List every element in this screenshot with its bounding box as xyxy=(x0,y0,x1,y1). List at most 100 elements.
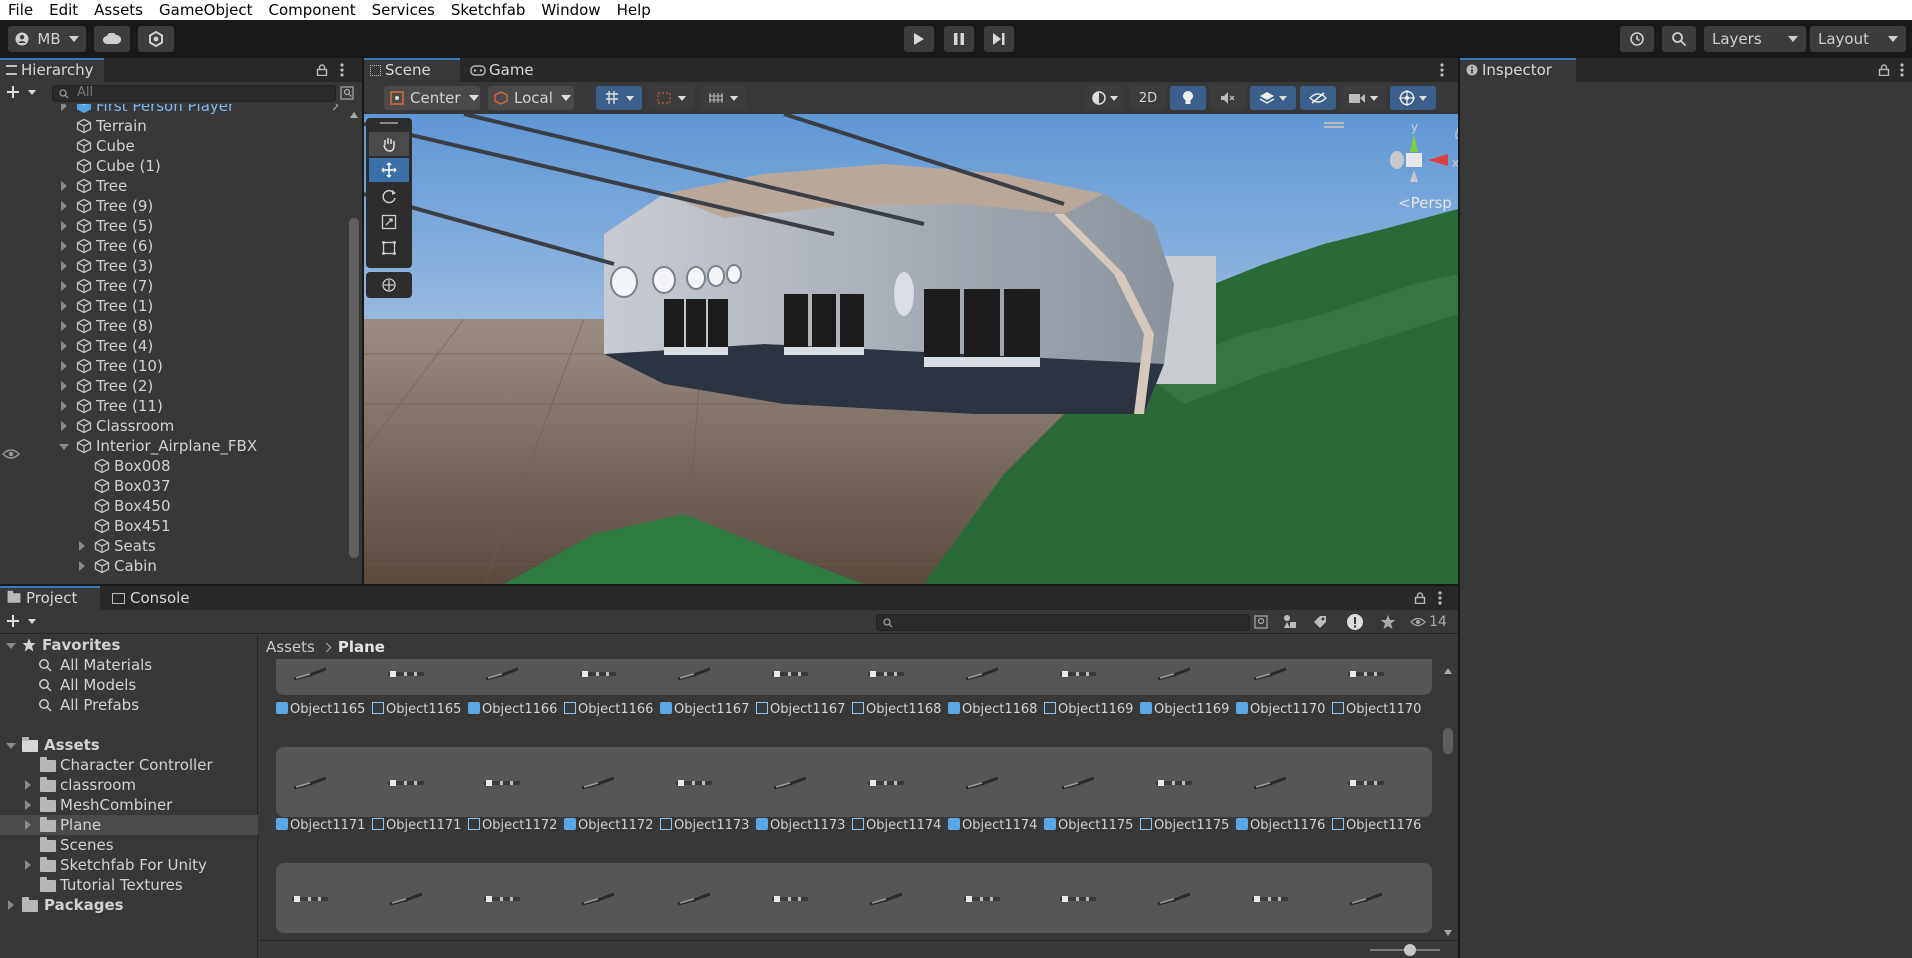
zoom-slider-handle[interactable] xyxy=(1404,944,1416,956)
hierarchy-item[interactable]: Terrain xyxy=(0,116,346,136)
asset-thumbnail[interactable] xyxy=(482,665,522,685)
layers-dropdown[interactable]: Layers xyxy=(1704,26,1806,52)
orientation-gizmo[interactable]: y x <Persp xyxy=(1324,120,1458,232)
asset-thumbnail[interactable] xyxy=(770,774,810,794)
expand-right-icon[interactable] xyxy=(61,221,67,231)
hierarchy-item[interactable]: Seats xyxy=(0,536,346,556)
rotate-tool-button[interactable] xyxy=(369,184,409,208)
more-options-icon[interactable] xyxy=(340,63,344,77)
expand-right-icon[interactable] xyxy=(61,381,67,391)
camera-dropdown[interactable] xyxy=(1340,86,1386,110)
history-button[interactable] xyxy=(1620,26,1654,52)
favorite-item[interactable]: All Prefabs xyxy=(0,695,258,715)
favorite-item[interactable]: All Materials xyxy=(0,655,258,675)
asset-thumbnail[interactable] xyxy=(482,890,522,908)
asset-item[interactable]: Object1167 xyxy=(756,701,845,719)
hierarchy-search-input[interactable]: All xyxy=(52,85,336,102)
menu-file[interactable]: File xyxy=(0,0,41,20)
more-options-icon[interactable] xyxy=(1900,63,1904,77)
search-filter-icon[interactable] xyxy=(340,86,354,100)
expand-right-icon[interactable] xyxy=(25,820,31,830)
asset-thumbnail[interactable] xyxy=(866,665,906,683)
asset-item[interactable]: Object1171 xyxy=(372,817,461,835)
expand-right-icon[interactable] xyxy=(61,201,67,211)
menu-sketchfab[interactable]: Sketchfab xyxy=(443,0,534,20)
asset-item[interactable]: Object1171 xyxy=(276,817,365,835)
gizmos-dropdown[interactable] xyxy=(1390,86,1436,110)
hierarchy-item[interactable]: Tree (5) xyxy=(0,216,346,236)
scene-viewport[interactable]: y x <Persp xyxy=(364,114,1458,584)
folder-item[interactable]: Sketchfab For Unity xyxy=(0,855,258,875)
asset-thumbnail[interactable] xyxy=(290,665,330,685)
hierarchy-item[interactable]: First Person Player xyxy=(0,104,346,116)
lock-icon[interactable] xyxy=(1414,592,1426,604)
hierarchy-item[interactable]: Box008 xyxy=(0,456,346,476)
scale-tool-button[interactable] xyxy=(369,210,409,234)
asset-item[interactable]: Object1176 xyxy=(1332,817,1421,835)
expand-right-icon[interactable] xyxy=(25,780,31,790)
asset-thumbnail[interactable] xyxy=(1058,665,1098,683)
audio-toggle[interactable] xyxy=(1210,86,1246,110)
move-tool-button[interactable] xyxy=(369,158,409,182)
asset-thumbnail[interactable] xyxy=(1250,890,1290,908)
asset-thumbnail[interactable] xyxy=(1058,890,1098,908)
folder-item[interactable]: Scenes xyxy=(0,835,258,855)
asset-item[interactable]: Object1174 xyxy=(948,817,1037,835)
expand-right-icon[interactable] xyxy=(61,104,67,111)
hand-tool-button[interactable] xyxy=(369,132,409,156)
grid-snap-toggle[interactable] xyxy=(596,86,642,110)
asset-item[interactable]: Object1176 xyxy=(1236,817,1325,835)
increment-snap-toggle[interactable] xyxy=(648,86,694,110)
hierarchy-item[interactable]: Tree (11) xyxy=(0,396,346,416)
expand-right-icon[interactable] xyxy=(61,301,67,311)
asset-thumbnail[interactable] xyxy=(1058,774,1098,794)
folder-item[interactable]: classroom xyxy=(0,775,258,795)
hierarchy-item[interactable]: Interior_Airplane_FBX xyxy=(0,436,346,456)
asset-scroll-thumb[interactable] xyxy=(1443,728,1453,754)
asset-thumbnail[interactable] xyxy=(674,665,714,685)
hierarchy-item[interactable]: Box450 xyxy=(0,496,346,516)
asset-grid-scrollbar[interactable] xyxy=(1440,666,1456,940)
expand-down-icon[interactable] xyxy=(6,643,16,649)
tab-project[interactable]: Project xyxy=(0,586,100,610)
account-dropdown[interactable]: MB xyxy=(8,26,86,52)
asset-thumbnail[interactable] xyxy=(1154,665,1194,685)
packages-node[interactable]: Packages xyxy=(0,895,258,915)
play-button[interactable] xyxy=(904,26,934,52)
asset-thumbnail[interactable] xyxy=(1250,774,1290,794)
asset-item[interactable]: Object1166 xyxy=(468,701,557,719)
layout-dropdown[interactable]: Layout xyxy=(1810,26,1906,52)
hierarchy-item[interactable]: Tree (7) xyxy=(0,276,346,296)
expand-right-icon[interactable] xyxy=(61,341,67,351)
expand-right-icon[interactable] xyxy=(61,261,67,271)
drag-handle-icon[interactable] xyxy=(380,122,398,124)
create-asset-dropdown[interactable] xyxy=(6,614,40,630)
expand-right-icon[interactable] xyxy=(79,541,85,551)
hierarchy-item[interactable]: Cube xyxy=(0,136,346,156)
asset-item[interactable]: Object1165 xyxy=(372,701,461,719)
chevron-right-icon[interactable] xyxy=(328,104,339,111)
hidden-objects-toggle[interactable] xyxy=(1300,86,1336,110)
cloud-button[interactable] xyxy=(94,26,130,52)
asset-thumbnail[interactable] xyxy=(770,665,810,683)
asset-thumbnail[interactable] xyxy=(386,774,426,792)
project-search-input[interactable] xyxy=(876,614,1250,631)
hierarchy-scrollbar[interactable] xyxy=(346,108,362,632)
menu-edit[interactable]: Edit xyxy=(41,0,86,20)
favorites-node[interactable]: Favorites xyxy=(0,635,258,655)
asset-thumbnail[interactable] xyxy=(962,665,1002,685)
filter-by-label-icon[interactable] xyxy=(1312,614,1328,630)
hierarchy-scroll-thumb[interactable] xyxy=(349,218,359,558)
hierarchy-item[interactable]: Tree (1) xyxy=(0,296,346,316)
search-button[interactable] xyxy=(1662,26,1696,52)
expand-right-icon[interactable] xyxy=(61,281,67,291)
more-options-icon[interactable] xyxy=(1440,63,1444,77)
expand-right-icon[interactable] xyxy=(61,181,67,191)
asset-thumbnail[interactable] xyxy=(962,774,1002,794)
grid-visibility-toggle[interactable] xyxy=(700,86,746,110)
tab-scene[interactable]: Scene xyxy=(364,58,460,82)
asset-item[interactable]: Object1165 xyxy=(276,701,365,719)
effects-dropdown[interactable] xyxy=(1250,86,1296,110)
asset-thumbnail[interactable] xyxy=(866,774,906,792)
menu-component[interactable]: Component xyxy=(261,0,364,20)
